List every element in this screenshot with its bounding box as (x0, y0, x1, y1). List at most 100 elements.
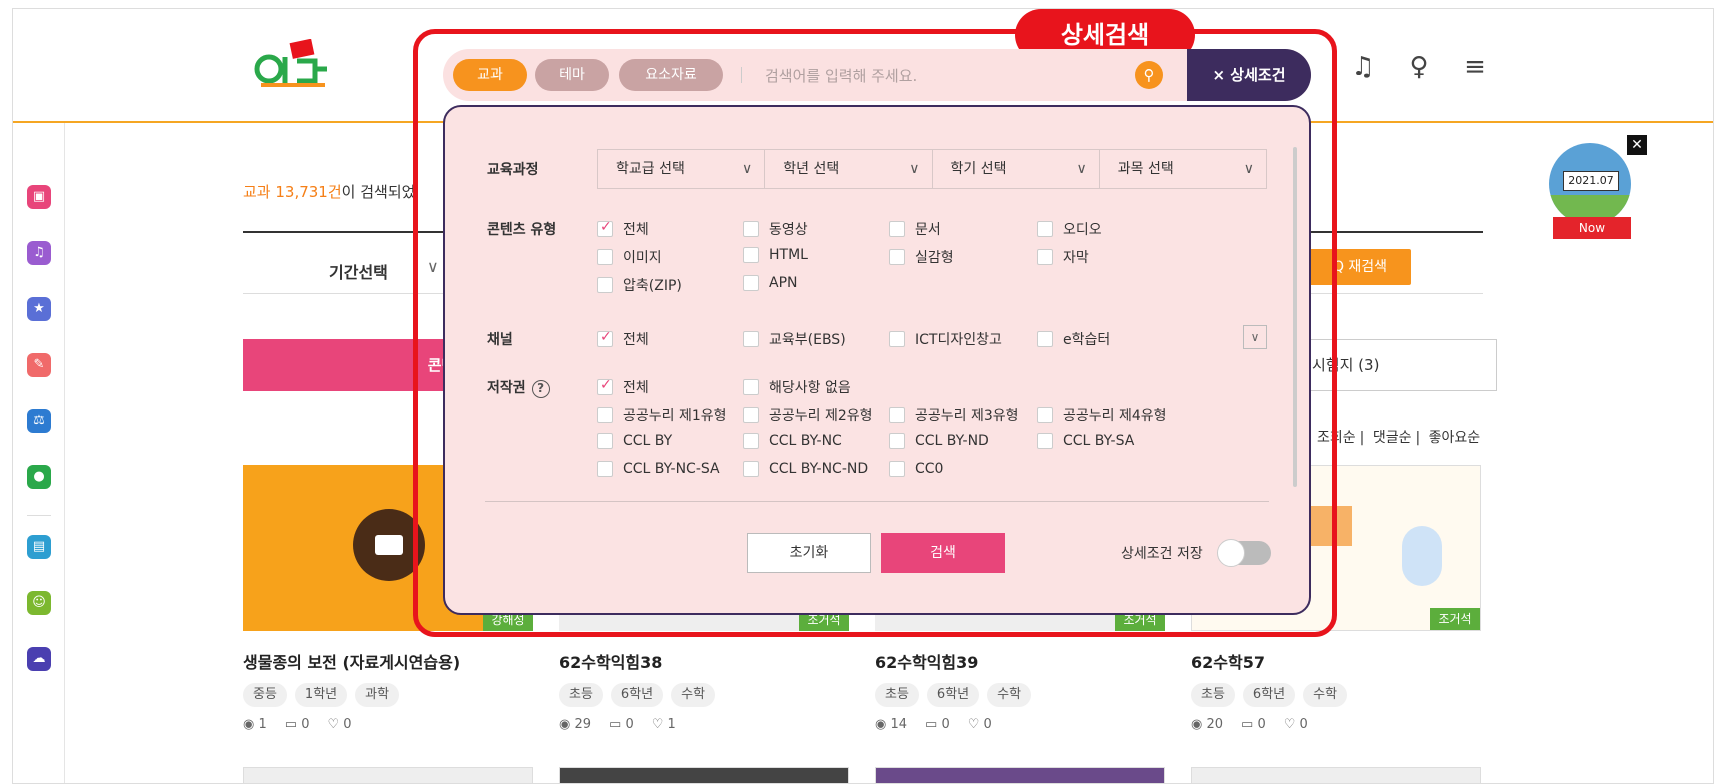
chevron-down-icon: ∨ (909, 161, 920, 177)
checkbox-type-immersive[interactable]: 실감형 (889, 247, 954, 267)
left-sidebar: ▣ ♫ ★ ✎ ⚖ ● ▤ ☺ ☁ (13, 123, 65, 783)
sort-likes[interactable]: 좋아요순 (1429, 430, 1481, 446)
chevron-down-icon[interactable]: ∨ (1243, 325, 1267, 349)
search-bar: 교과 테마 요소자료 검색어를 입력해 주세요. ⚲ × 상세조건 (443, 49, 1311, 101)
star-icon[interactable]: ★ (27, 297, 51, 321)
promo-date: 2021.07 (1563, 171, 1619, 191)
checkbox-cc0[interactable]: CC0 (889, 461, 943, 477)
content-card-thumb[interactable] (875, 767, 1165, 783)
checkbox-channel-elearning[interactable]: e학습터 (1037, 329, 1110, 349)
page-frame: ♫ ♀ ≡ ▣ ♫ ★ ✎ ⚖ ● ▤ ☺ ☁ 교과 13,731건이 검색되었… (12, 8, 1714, 784)
checkbox-type-audio[interactable]: 오디오 (1037, 219, 1102, 239)
tab-subject[interactable]: 교과 (453, 59, 527, 91)
thumb-character (1402, 526, 1442, 586)
checkbox-kogl-4[interactable]: 공공누리 제4유형 (1037, 405, 1167, 425)
reset-button[interactable]: 초기화 (747, 533, 871, 573)
checkbox-channel-ebs[interactable]: 교육부(EBS) (743, 329, 846, 349)
checkbox-kogl-2[interactable]: 공공누리 제2유형 (743, 405, 873, 425)
checkbox-type-video[interactable]: 동영상 (743, 219, 808, 239)
inbox-icon[interactable]: ▤ (27, 535, 51, 559)
comments-count: ▭ 0 (1241, 717, 1266, 732)
card-title[interactable]: 62수학익힘38 (559, 649, 662, 673)
school-level-select[interactable]: 학교급 선택 ∨ (598, 150, 766, 188)
checkbox-type-all[interactable]: 전체 (597, 219, 649, 239)
curriculum-selects: 학교급 선택 ∨ 학년 선택 ∨ 학기 선택 ∨ 과목 선택 ∨ (597, 149, 1267, 189)
tag: 수학 (1303, 683, 1348, 707)
curriculum-label: 교육과정 (487, 162, 539, 178)
tools-icon[interactable]: ⚖ (27, 409, 51, 433)
edit-icon[interactable]: ✎ (27, 353, 51, 377)
checkbox-type-subtitle[interactable]: 자막 (1037, 247, 1089, 267)
user-icon[interactable]: ♀ (1405, 53, 1433, 81)
save-conditions-toggle[interactable] (1217, 539, 1271, 567)
checkbox-type-apn[interactable]: APN (743, 275, 798, 291)
checkbox-ccl-by-nc[interactable]: CCL BY-NC (743, 433, 842, 449)
save-conditions-label: 상세조건 저장 (1121, 546, 1203, 562)
checkbox-kogl-3[interactable]: 공공누리 제3유형 (889, 405, 1019, 425)
copyright-label: 저작권? (487, 377, 550, 398)
sort-comments[interactable]: 댓글순 (1373, 430, 1412, 446)
checkbox-type-document[interactable]: 문서 (889, 219, 941, 239)
checkbox-ccl-by-nc-sa[interactable]: CCL BY-NC-SA (597, 461, 720, 477)
chevron-down-icon: ∨ (1243, 161, 1254, 177)
card-title[interactable]: 생물종의 보전 (자료게시연습용) (243, 649, 460, 673)
menu-icon[interactable]: ≡ (1461, 53, 1489, 81)
checkbox-type-zip[interactable]: 압축(ZIP) (597, 275, 682, 295)
tab-theme[interactable]: 테마 (535, 59, 609, 91)
cloud-upload-icon[interactable]: ☁ (27, 647, 51, 671)
bell-icon[interactable]: ♫ (27, 241, 51, 265)
comments-count: ▭ 0 (925, 717, 950, 732)
likes-count: ♡ 1 (651, 717, 676, 732)
card-badge: 조거석 (1430, 608, 1480, 630)
likes-count: ♡ 0 (1283, 717, 1308, 732)
grade-select[interactable]: 학년 선택 ∨ (765, 150, 933, 188)
views-count: ◉ 20 (1191, 717, 1224, 732)
checkbox-type-html[interactable]: HTML (743, 247, 808, 263)
smile-icon[interactable]: ☺ (27, 591, 51, 615)
tag: 과학 (355, 683, 400, 707)
content-card-thumb[interactable] (559, 767, 849, 783)
tag: 수학 (671, 683, 716, 707)
sidebar-divider (27, 515, 51, 516)
card-tags: 초등 6학년 수학 (559, 683, 716, 707)
close-icon[interactable]: ✕ (1627, 135, 1647, 155)
checkbox-type-image[interactable]: 이미지 (597, 247, 662, 267)
subject-select[interactable]: 과목 선택 ∨ (1100, 150, 1266, 188)
site-logo[interactable] (251, 39, 331, 91)
tag: 6학년 (1242, 683, 1296, 707)
content-card-thumb[interactable] (243, 767, 533, 783)
checkbox-ccl-by-nd[interactable]: CCL BY-ND (889, 433, 989, 449)
checkbox-ccl-by[interactable]: CCL BY (597, 433, 672, 449)
checkbox-ccl-by-sa[interactable]: CCL BY-SA (1037, 433, 1134, 449)
channel-label: 채널 (487, 332, 513, 348)
card-stats: ◉ 1 ▭ 0 ♡ 0 (243, 717, 352, 732)
card-stats: ◉ 14 ▭ 0 ♡ 0 (875, 717, 992, 732)
card-title[interactable]: 62수학57 (1191, 649, 1265, 673)
checkbox-copyright-all[interactable]: 전체 (597, 377, 649, 397)
scrollbar[interactable] (1293, 147, 1297, 487)
checkbox-ccl-by-nc-nd[interactable]: CCL BY-NC-ND (743, 461, 868, 477)
search-icon[interactable]: ⚲ (1135, 61, 1163, 89)
content-card-thumb[interactable] (1191, 767, 1481, 783)
help-icon[interactable]: ? (531, 380, 550, 398)
card-title[interactable]: 62수학익힘39 (875, 649, 978, 673)
bell-icon[interactable]: ♫ (1349, 53, 1377, 81)
checkbox-channel-ict[interactable]: ICT디자인창고 (889, 329, 1002, 349)
semester-select[interactable]: 학기 선택 ∨ (933, 150, 1100, 188)
sort-options: 조회순 | 댓글순 | 좋아요순 (1317, 430, 1481, 446)
card-tags: 중등 1학년 과학 (243, 683, 400, 707)
detail-conditions-button[interactable]: × 상세조건 (1187, 49, 1311, 101)
checkbox-kogl-1[interactable]: 공공누리 제1유형 (597, 405, 727, 425)
tag: 초등 (559, 683, 603, 707)
search-input[interactable]: 검색어를 입력해 주세요. (765, 65, 917, 86)
checkbox-channel-all[interactable]: 전체 (597, 329, 649, 349)
search-button[interactable]: 검색 (881, 533, 1005, 573)
card-stats: ◉ 20 ▭ 0 ♡ 0 (1191, 717, 1308, 732)
chat-icon[interactable]: ● (27, 465, 51, 489)
calendar-icon[interactable]: ▣ (27, 185, 51, 209)
promo-banner[interactable]: 2021.07 Now ✕ (1545, 135, 1647, 239)
period-select-label[interactable]: 기간선택 (329, 259, 388, 283)
card-tags: 초등 6학년 수학 (875, 683, 1032, 707)
tab-element-data[interactable]: 요소자료 (619, 59, 723, 91)
checkbox-copyright-none[interactable]: 해당사항 없음 (743, 377, 851, 397)
